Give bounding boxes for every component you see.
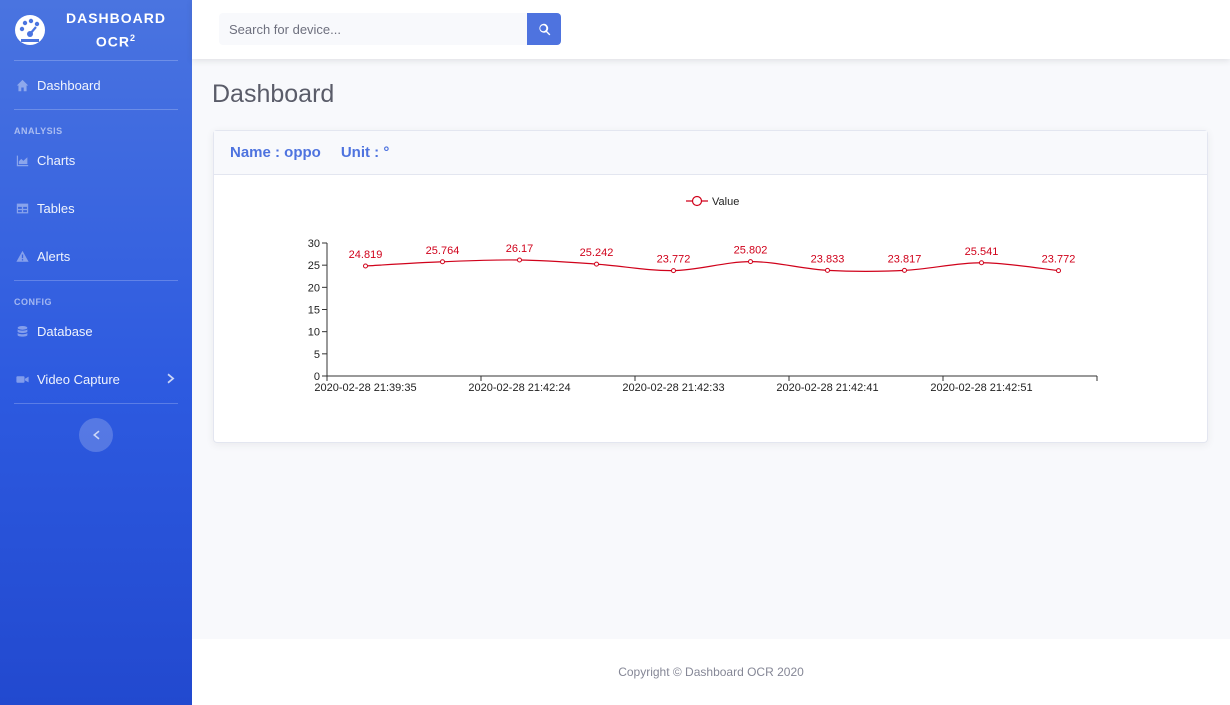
brand-line2: OCR	[95, 33, 131, 50]
line-chart: 0510152025302020-02-28 21:39:35 2020-02-2…	[308, 195, 1098, 394]
x-tick-label: 2020-02-28 21:42:41	[776, 382, 878, 394]
search-input[interactable]	[219, 13, 527, 45]
y-tick-label: 5	[314, 349, 320, 361]
data-point	[1056, 268, 1061, 274]
sidebar-item-label: Charts	[37, 152, 76, 168]
y-tick-label: 25	[308, 260, 320, 272]
data-point	[440, 259, 445, 265]
data-point	[825, 267, 830, 273]
sidebar-item-label: Alerts	[37, 248, 71, 264]
brand-title: DASHBOARD OCR2	[46, 8, 192, 52]
x-tick-label: 2020-02-28 21:39:35	[314, 382, 416, 394]
data-label: 23.833	[811, 253, 845, 265]
search-icon	[538, 23, 550, 35]
copyright-text: Copyright © Dashboard OCR 2020	[618, 665, 804, 679]
area-chart-icon	[15, 153, 29, 167]
sidebar-item-database[interactable]: Database	[0, 307, 192, 355]
data-point	[671, 268, 676, 274]
card-header: Name : oppo Unit : °	[214, 131, 1207, 175]
table-icon	[15, 201, 29, 215]
sidebar-item-dashboard[interactable]: Dashboard	[0, 61, 192, 109]
data-label: 23.772	[1042, 254, 1076, 266]
y-tick-label: 30	[308, 238, 320, 250]
y-tick-label: 20	[308, 282, 320, 294]
brand-line1: DASHBOARD	[66, 10, 166, 27]
legend-label: Value	[712, 196, 739, 208]
sidebar-heading-analysis: ANALYSIS	[14, 126, 63, 136]
data-point	[363, 263, 368, 269]
database-icon	[15, 324, 29, 338]
y-tick-label: 15	[308, 305, 320, 317]
sidebar-heading-config: CONFIG	[14, 297, 52, 307]
sidebar-item-label: Dashboard	[37, 77, 101, 93]
topbar	[192, 0, 1230, 59]
x-tick-label: 2020-02-28 21:42:51	[930, 382, 1032, 394]
data-label: 25.242	[580, 247, 614, 259]
device-name: Name : oppo	[230, 144, 321, 161]
warning-icon	[15, 249, 29, 263]
data-label: 23.772	[657, 254, 691, 266]
data-point	[748, 259, 753, 265]
data-point	[517, 257, 522, 263]
sidebar-item-charts[interactable]: Charts	[0, 136, 192, 184]
sidebar-toggle-button[interactable]	[79, 418, 113, 452]
sidebar-item-tables[interactable]: Tables	[0, 184, 192, 232]
footer: Copyright © Dashboard OCR 2020	[192, 639, 1230, 705]
video-camera-icon	[15, 372, 29, 386]
x-tick-label: 2020-02-28 21:42:24	[468, 382, 570, 394]
sidebar-item-label: Database	[37, 323, 93, 339]
series-line-value	[365, 259, 1059, 272]
brand[interactable]: DASHBOARD OCR2	[0, 0, 192, 60]
data-label: 24.819	[349, 249, 383, 261]
data-point	[594, 261, 599, 267]
dashboard-gauge-icon	[15, 15, 45, 45]
x-tick-label: 2020-02-28 21:42:33	[622, 382, 724, 394]
y-tick-label: 10	[308, 327, 320, 339]
sidebar-item-label: Video Capture	[37, 371, 120, 387]
brand-superscript: 2	[130, 33, 137, 44]
sidebar-item-label: Tables	[37, 200, 75, 216]
sidebar-item-video-capture[interactable]: Video Capture	[0, 355, 192, 403]
home-icon	[15, 78, 29, 92]
data-point	[902, 267, 907, 273]
search-bar	[219, 13, 561, 45]
page-title: Dashboard	[212, 80, 335, 108]
sidebar-item-alerts[interactable]: Alerts	[0, 232, 192, 280]
sidebar: DASHBOARD OCR2 Dashboard ANALYSIS Charts…	[0, 0, 192, 705]
data-label: 26.17	[506, 243, 534, 255]
data-label: 25.802	[734, 245, 768, 257]
data-label: 25.764	[426, 245, 460, 257]
data-label: 25.541	[965, 246, 999, 258]
sidebar-divider	[14, 403, 178, 404]
chart-card: Name : oppo Unit : ° 0 5 10 15 20 25 30 2020-02…	[213, 130, 1208, 443]
search-button[interactable]	[527, 13, 561, 45]
data-label: 23.817	[888, 253, 922, 265]
device-unit: Unit : °	[340, 144, 390, 161]
chevron-right-icon	[167, 372, 176, 387]
legend-marker	[691, 195, 703, 207]
chevron-left-icon	[93, 430, 100, 440]
data-point	[979, 260, 984, 266]
